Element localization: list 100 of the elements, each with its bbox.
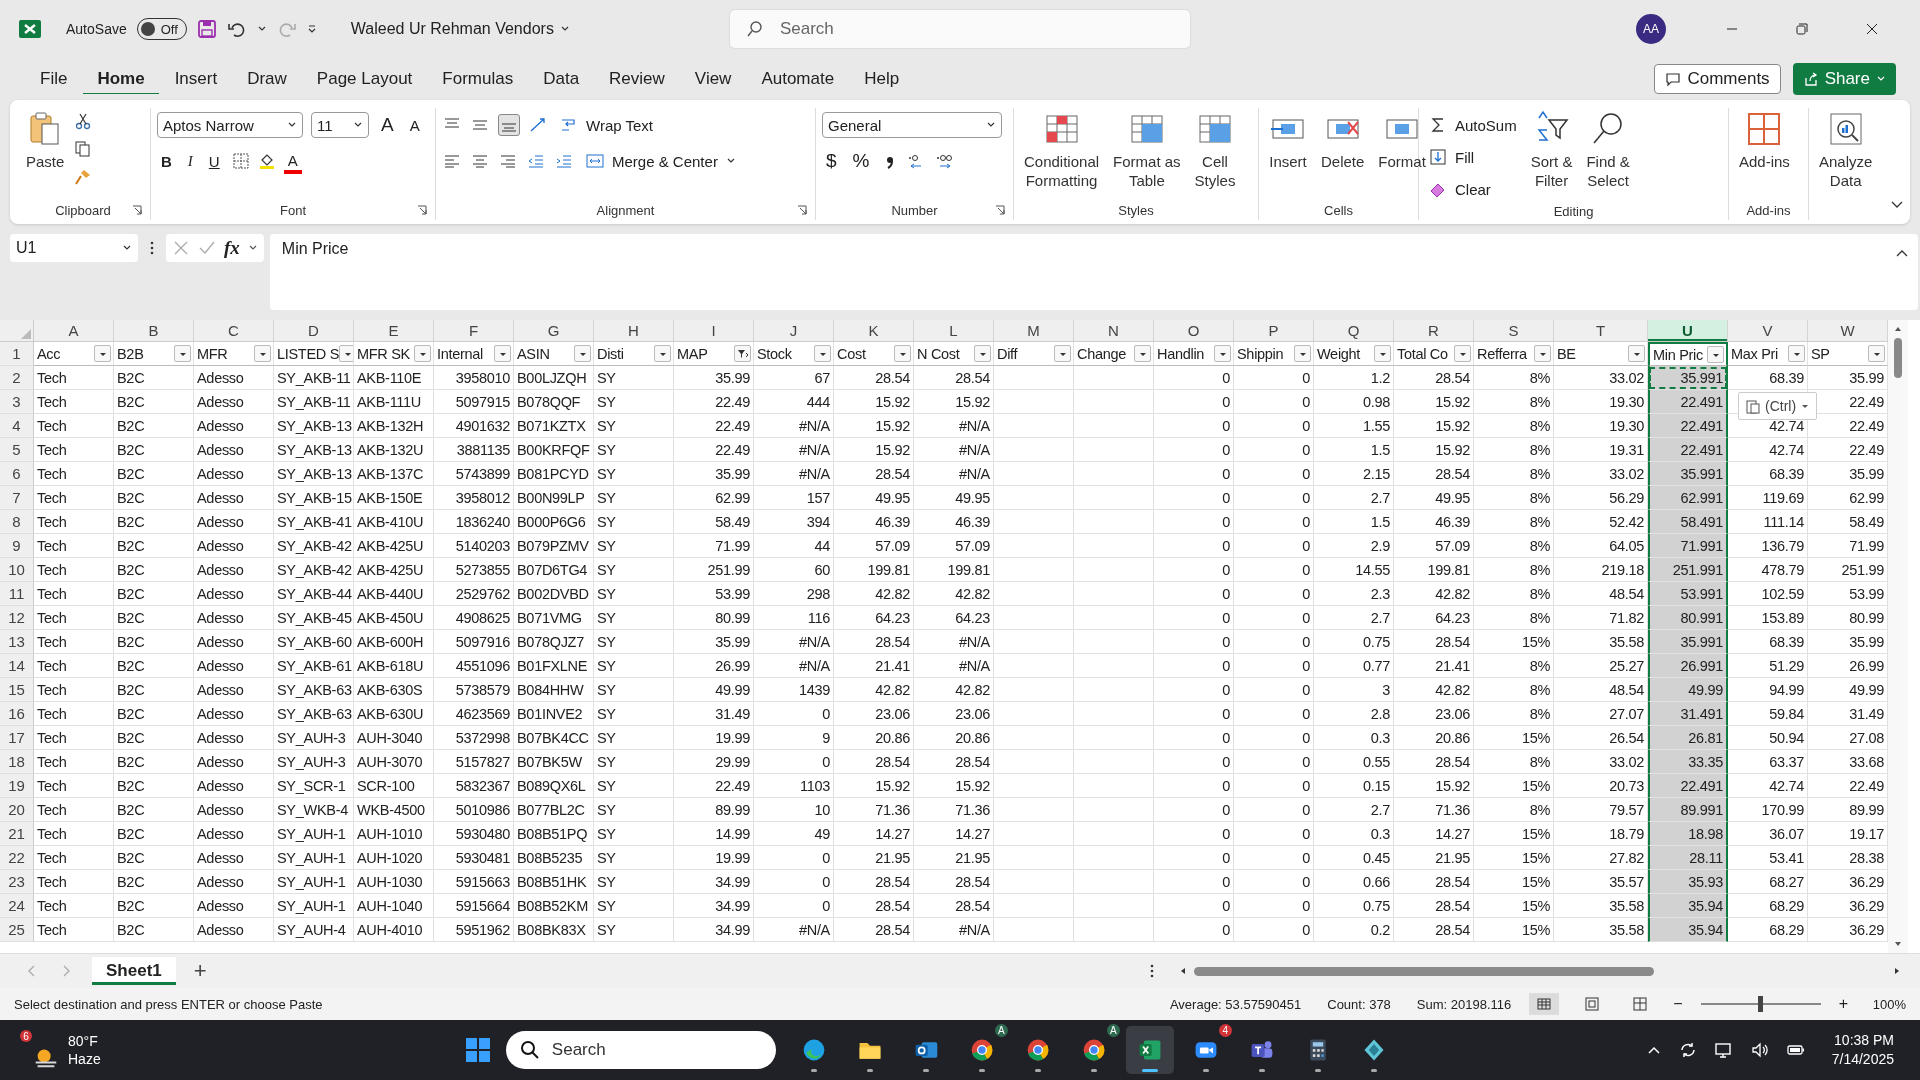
column-heading[interactable]: I xyxy=(674,320,754,342)
volume-icon[interactable] xyxy=(1749,1040,1770,1060)
row-heading[interactable]: 4 xyxy=(0,414,34,438)
row-heading[interactable]: 3 xyxy=(0,390,34,414)
clock-date[interactable]: 7/14/2025 xyxy=(1831,1050,1894,1069)
row-heading[interactable]: 1 xyxy=(0,342,34,366)
column-heading[interactable]: K xyxy=(834,320,914,342)
taskbar-button[interactable]: A xyxy=(1069,1026,1118,1074)
network-icon[interactable] xyxy=(1713,1040,1734,1060)
row-heading[interactable]: 15 xyxy=(0,678,34,702)
ribbon-tab[interactable]: Data xyxy=(529,61,594,97)
ribbon-tab[interactable]: Draw xyxy=(233,61,301,97)
column-heading[interactable]: E xyxy=(354,320,434,342)
scroll-thumb[interactable] xyxy=(1194,966,1654,976)
column-heading[interactable]: B xyxy=(114,320,194,342)
align-bottom-icon[interactable] xyxy=(498,114,520,136)
clear-button[interactable]: Clear xyxy=(1425,176,1495,202)
search-field[interactable]: Search xyxy=(729,10,1190,48)
normal-view-icon[interactable] xyxy=(1529,993,1560,1015)
row-heading[interactable]: 23 xyxy=(0,870,34,894)
currency-button[interactable]: $ xyxy=(822,148,841,174)
row-heading[interactable]: 21 xyxy=(0,822,34,846)
cancel-icon[interactable] xyxy=(172,239,190,257)
row-heading[interactable]: 2 xyxy=(0,366,34,390)
insert-cells-button[interactable]: Insert xyxy=(1265,108,1311,173)
column-heading[interactable]: V xyxy=(1728,320,1808,342)
scissors-icon[interactable] xyxy=(74,112,93,130)
underline-button[interactable]: U xyxy=(204,148,224,174)
column-heading[interactable]: J xyxy=(754,320,834,342)
ribbon-tab[interactable]: Review xyxy=(595,61,679,97)
row-heading[interactable]: 5 xyxy=(0,438,34,462)
filter-button[interactable] xyxy=(734,345,751,362)
column-heading[interactable]: N xyxy=(1074,320,1154,342)
number-format-field[interactable]: General xyxy=(822,112,1002,138)
dialog-launcher-icon[interactable] xyxy=(132,205,142,215)
vertical-scrollbar[interactable] xyxy=(1888,320,1908,953)
dialog-launcher-icon[interactable] xyxy=(797,205,807,215)
filter-button[interactable] xyxy=(339,345,353,362)
zoom-out-button[interactable]: − xyxy=(1673,995,1683,1013)
column-heading[interactable]: U xyxy=(1648,320,1728,342)
row-heading[interactable]: 9 xyxy=(0,534,34,558)
column-heading[interactable]: M xyxy=(994,320,1074,342)
taskbar-button[interactable]: 4 xyxy=(1181,1026,1230,1074)
column-heading[interactable]: H xyxy=(594,320,674,342)
row-heading[interactable]: 11 xyxy=(0,582,34,606)
column-heading[interactable]: R xyxy=(1394,320,1474,342)
column-heading[interactable]: Q xyxy=(1314,320,1394,342)
ribbon-tab[interactable]: Automate xyxy=(747,61,849,97)
row-heading[interactable]: 10 xyxy=(0,558,34,582)
font-family-field[interactable]: Aptos Narrow xyxy=(157,112,303,138)
format-as-table-button[interactable]: Format as Table xyxy=(1109,108,1185,192)
ribbon-tab[interactable]: View xyxy=(680,61,746,97)
merge-center-button[interactable]: Merge & Center xyxy=(582,148,740,174)
name-box[interactable]: U1 xyxy=(10,234,138,262)
row-heading[interactable]: 22 xyxy=(0,846,34,870)
ribbon-tab[interactable]: Home xyxy=(83,61,159,97)
column-heading[interactable]: D xyxy=(274,320,354,342)
borders-icon[interactable] xyxy=(231,152,250,170)
sheet-tab[interactable]: Sheet1 xyxy=(92,957,176,985)
wrap-text-button[interactable]: Wrap Text xyxy=(556,112,657,138)
column-heading[interactable]: L xyxy=(914,320,994,342)
zoom-in-button[interactable]: + xyxy=(1838,995,1848,1013)
row-heading[interactable]: 25 xyxy=(0,918,34,942)
user-avatar[interactable]: AA xyxy=(1636,14,1666,44)
font-color-button[interactable]: A xyxy=(283,148,302,174)
percent-button[interactable]: % xyxy=(848,148,874,174)
insert-function-button[interactable]: fx xyxy=(224,237,240,259)
formula-field[interactable]: Min Price xyxy=(269,234,1918,310)
row-heading[interactable]: 17 xyxy=(0,726,34,750)
save-icon[interactable] xyxy=(196,19,217,39)
zoom-slider[interactable] xyxy=(1700,996,1821,1012)
find-select-button[interactable]: Find & Select xyxy=(1582,108,1634,192)
row-heading[interactable]: 19 xyxy=(0,774,34,798)
customize-icon[interactable] xyxy=(306,24,317,34)
column-heading[interactable]: F xyxy=(434,320,514,342)
document-title[interactable]: Waleed Ur Rehman Vendors xyxy=(350,20,570,38)
start-icon[interactable] xyxy=(463,1036,492,1064)
add-sheet-button[interactable]: + xyxy=(193,958,207,984)
restore-icon[interactable] xyxy=(1794,21,1810,37)
comments-button[interactable]: Comments xyxy=(1654,64,1781,94)
sort-filter-button[interactable]: Sort & Filter xyxy=(1526,108,1577,192)
ribbon-tab[interactable]: Page Layout xyxy=(302,61,427,97)
row-heading[interactable]: 24 xyxy=(0,894,34,918)
ribbon-tab[interactable]: Formulas xyxy=(428,61,528,97)
fill-color-icon[interactable] xyxy=(257,152,276,170)
row-heading[interactable]: 16 xyxy=(0,702,34,726)
column-heading[interactable]: O xyxy=(1154,320,1234,342)
row-heading[interactable]: 12 xyxy=(0,606,34,630)
analyze-data-button[interactable]: Analyze Data xyxy=(1815,108,1877,192)
conditional-formatting-button[interactable]: Conditional Formatting xyxy=(1020,108,1104,192)
paste-options-button[interactable]: (Ctrl) xyxy=(1738,392,1818,420)
copy-icon[interactable] xyxy=(74,140,93,158)
column-heading[interactable]: A xyxy=(34,320,114,342)
clock-time[interactable]: 10:38 PM xyxy=(1834,1031,1894,1050)
ribbon-tab[interactable]: File xyxy=(26,61,82,97)
row-heading[interactable]: 14 xyxy=(0,654,34,678)
font-size-field[interactable]: 11 xyxy=(311,112,369,138)
row-heading[interactable]: 8 xyxy=(0,510,34,534)
italic-button[interactable]: I xyxy=(183,148,197,174)
column-heading[interactable]: P xyxy=(1234,320,1314,342)
